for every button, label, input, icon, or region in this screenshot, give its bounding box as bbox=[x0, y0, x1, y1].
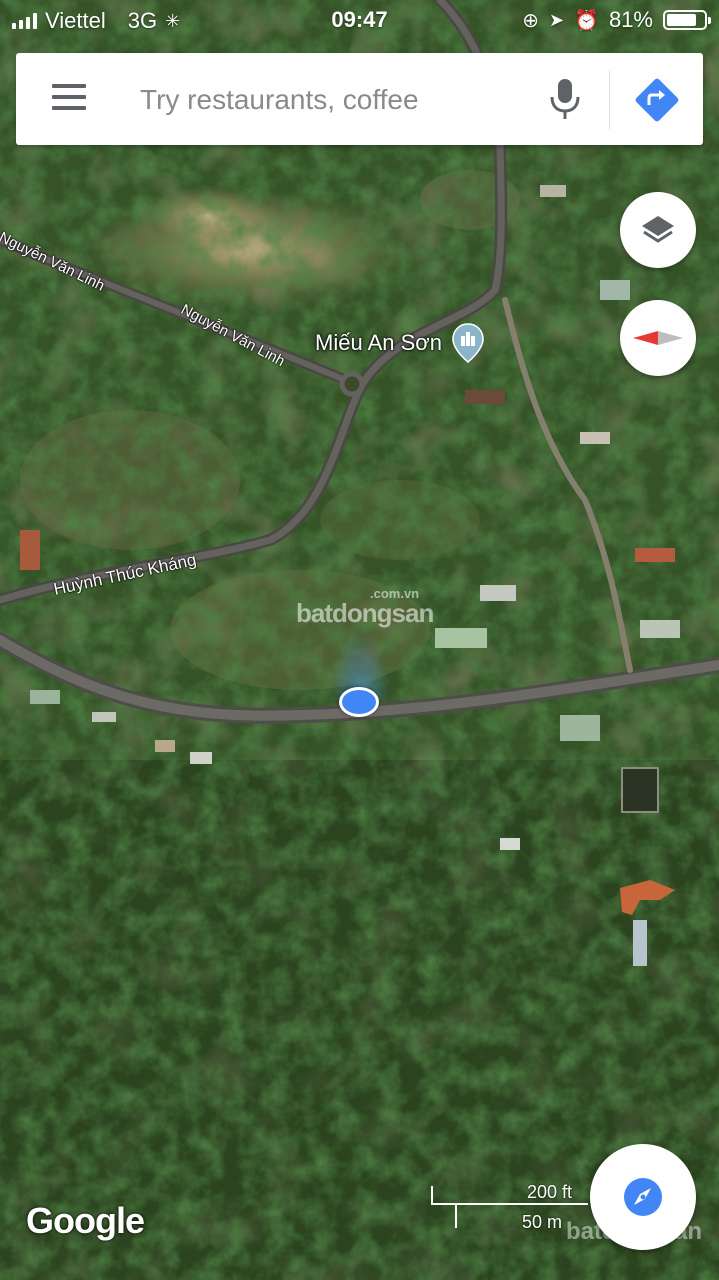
battery-icon bbox=[663, 10, 711, 30]
search-bar bbox=[16, 53, 703, 145]
layers-button[interactable] bbox=[620, 192, 696, 268]
scale-ft-label: 200 ft bbox=[526, 1182, 572, 1202]
search-divider bbox=[609, 71, 610, 129]
status-bar: Viettel 3G ✳ 09:47 ⊕ ➤ ⏰ 81% bbox=[0, 0, 719, 40]
layers-icon bbox=[642, 216, 674, 243]
location-arrow-icon: ➤ bbox=[548, 9, 565, 30]
google-logo: Google bbox=[26, 1200, 145, 1241]
place-pin-icon bbox=[452, 323, 484, 363]
compass-button[interactable] bbox=[620, 300, 696, 376]
alarm-icon: ⏰ bbox=[574, 9, 599, 32]
directions-icon[interactable] bbox=[634, 77, 680, 123]
menu-icon[interactable] bbox=[52, 84, 88, 114]
my-location-button[interactable] bbox=[590, 1144, 696, 1250]
poi-label: Miếu An Sơn bbox=[315, 330, 442, 355]
search-input[interactable] bbox=[138, 75, 542, 125]
my-location-icon bbox=[624, 1178, 662, 1216]
watermark-brand: batdongsan bbox=[296, 598, 434, 628]
current-location-dot bbox=[339, 687, 379, 717]
scale-m-label: 50 m bbox=[522, 1212, 563, 1232]
poi-mieu-an-son[interactable]: Miếu An Sơn bbox=[315, 322, 486, 364]
microphone-icon[interactable] bbox=[544, 77, 586, 123]
rotation-lock-icon: ⊕ bbox=[522, 9, 539, 32]
battery-percent: 81% bbox=[608, 7, 653, 32]
compass-icon bbox=[633, 331, 683, 345]
